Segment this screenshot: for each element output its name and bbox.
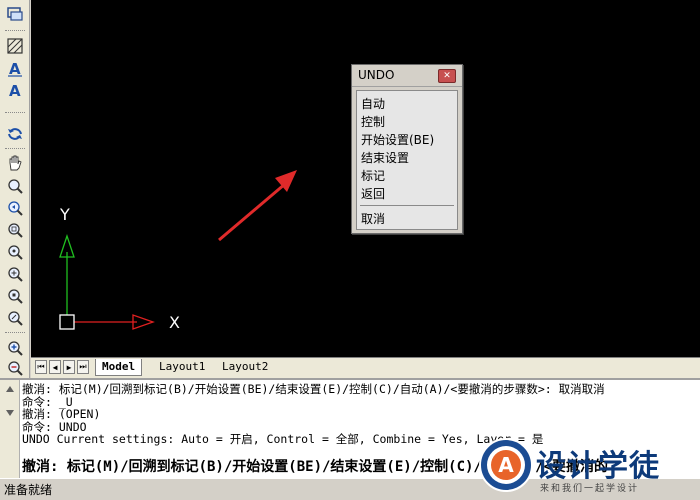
undo-option-end[interactable]: 结束设置: [361, 149, 409, 166]
watermark-logo-letter: A: [498, 453, 514, 477]
zoom-dynamic-icon[interactable]: [4, 242, 26, 262]
command-history-line: 撤消: (OPEN): [22, 407, 101, 421]
tab-layout1[interactable]: Layout1: [153, 359, 211, 376]
undo-option-control[interactable]: 控制: [361, 113, 385, 130]
caret-left-icon: ◀: [52, 362, 58, 372]
pan-icon[interactable]: [4, 153, 26, 173]
pointer-arrow-line: [218, 182, 286, 242]
zoom-object-icon[interactable]: [4, 308, 26, 328]
toolbar-divider: [5, 148, 25, 149]
cad-window: A A Y X ⏮ ◀ ▶ ⏭ Model Layout1 Layout2 撤消…: [0, 0, 700, 500]
zoom-window-icon[interactable]: [4, 220, 26, 240]
undo-option-mark[interactable]: 标记: [361, 167, 385, 184]
undo-option-cancel[interactable]: 取消: [361, 210, 385, 227]
zoom-scale-icon[interactable]: [4, 264, 26, 284]
left-toolbar: A A: [0, 0, 30, 378]
first-icon: ⏮: [37, 362, 45, 371]
first-tab-button[interactable]: ⏮: [35, 360, 47, 374]
watermark-logo: A: [479, 438, 533, 492]
svg-text:A: A: [9, 82, 21, 99]
ucs-x-label: X: [169, 313, 180, 332]
next-tab-button[interactable]: ▶: [63, 360, 75, 374]
zoom-center-icon[interactable]: [4, 286, 26, 306]
toolbar-divider: [5, 332, 25, 333]
scroll-down-icon[interactable]: [6, 410, 14, 416]
multiline-text-icon[interactable]: A: [4, 80, 26, 100]
command-history-line: 命令: _U: [22, 394, 73, 409]
undo-popup-titlebar[interactable]: UNDO ✕: [352, 65, 462, 87]
toolbar-divider: [5, 112, 25, 113]
windows-icon[interactable]: [4, 4, 26, 24]
last-tab-button[interactable]: ⏭: [77, 360, 89, 374]
status-text: 准备就绪: [4, 483, 53, 497]
last-icon: ⏭: [79, 362, 87, 371]
undo-popup: UNDO ✕ 自动 控制 开始设置(BE) 结束设置 标记 返回 取消: [351, 64, 463, 234]
text-icon[interactable]: A: [4, 58, 26, 78]
undo-redo-icon[interactable]: [4, 124, 26, 144]
undo-option-back[interactable]: 返回: [361, 185, 385, 202]
undo-menu-divider: [360, 205, 454, 206]
close-icon: ✕: [443, 71, 451, 81]
undo-option-begin[interactable]: 开始设置(BE): [361, 131, 434, 148]
watermark-subtitle: 来和我们一起学设计: [540, 484, 640, 494]
zoom-realtime-icon[interactable]: [4, 176, 26, 196]
undo-options-menu: 自动 控制 开始设置(BE) 结束设置 标记 返回 取消: [356, 90, 458, 230]
ucs-y-label: Y: [60, 205, 70, 224]
prev-tab-button[interactable]: ◀: [49, 360, 61, 374]
tab-layout2[interactable]: Layout2: [216, 359, 274, 376]
zoom-previous-icon[interactable]: [4, 198, 26, 218]
command-scrollbar[interactable]: [0, 380, 20, 478]
watermark: A 设计学徒 来和我们一起学设计: [478, 437, 698, 497]
watermark-title: 设计学徒: [536, 449, 660, 484]
zoom-out-icon[interactable]: [4, 358, 26, 378]
toolbar-divider: [5, 30, 25, 31]
ucs-origin-box: [59, 314, 75, 330]
close-button[interactable]: ✕: [438, 69, 456, 83]
hatch-icon[interactable]: [4, 36, 26, 56]
tab-model[interactable]: Model: [95, 359, 143, 376]
undo-option-auto[interactable]: 自动: [361, 95, 385, 112]
scroll-up-icon[interactable]: [6, 386, 14, 392]
zoom-in-icon[interactable]: [4, 338, 26, 358]
layout-tab-bar: ⏮ ◀ ▶ ⏭ Model Layout1 Layout2: [31, 357, 700, 378]
svg-text:A: A: [9, 60, 21, 77]
command-history-line: 撤消: 标记(M)/回溯到标记(B)/开始设置(BE)/结束设置(E)/控制(C…: [22, 383, 605, 396]
undo-popup-title: UNDO: [358, 68, 395, 82]
caret-right-icon: ▶: [66, 362, 72, 372]
